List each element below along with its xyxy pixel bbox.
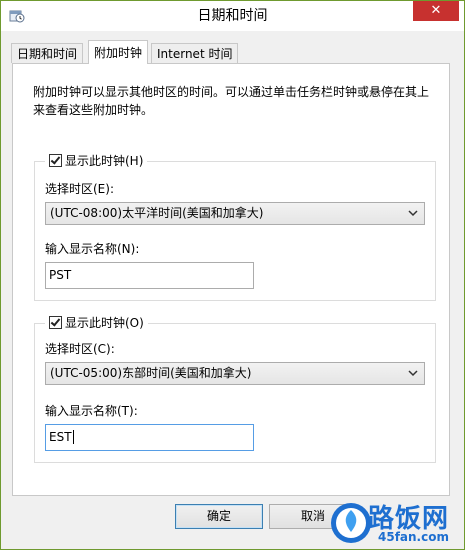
clock1-checkbox-label: 显示此时钟(H) [65, 154, 144, 168]
chevron-down-icon [408, 210, 418, 217]
clock1-zone-value: (UTC-08:00)太平洋时间(美国和加拿大) [50, 206, 264, 220]
clock2-group: 显示此时钟(O) 选择时区(C): (UTC-05:00)东部时间(美国和加拿大… [34, 314, 436, 463]
chevron-down-icon [408, 370, 418, 377]
ok-button[interactable]: 确定 [175, 504, 263, 529]
tab-additional-clocks[interactable]: 附加时钟 [88, 40, 149, 64]
clock2-checkbox[interactable] [49, 316, 62, 329]
clock2-zone-label: 选择时区(C): [45, 342, 115, 356]
clock2-name-label: 输入显示名称(T): [45, 404, 138, 418]
tab-control: 日期和时间 附加时钟 Internet 时间 附加时钟可以显示其他时区的时间。可… [1, 31, 464, 549]
clock1-zone-select[interactable]: (UTC-08:00)太平洋时间(美国和加拿大) [45, 202, 425, 225]
clock2-zone-value: (UTC-05:00)东部时间(美国和加拿大) [50, 366, 252, 380]
clock1-checkbox[interactable] [49, 154, 62, 167]
clock1-name-input[interactable]: PST [45, 262, 254, 289]
clock2-name-input[interactable]: EST [45, 424, 254, 451]
clock2-checkbox-label: 显示此时钟(O) [65, 316, 144, 330]
clock2-name-value: EST [49, 430, 72, 444]
tab-panel: 附加时钟可以显示其他时区的时间。可以通过单击任务栏时钟或悬停在其上来查看这些附加… [12, 63, 450, 496]
close-button[interactable]: ✕ [413, 1, 459, 21]
close-icon: ✕ [430, 3, 442, 18]
text-caret [72, 430, 74, 444]
title-bar: 日期和时间 ✕ [1, 1, 464, 31]
tab-internet-time[interactable]: Internet 时间 [151, 43, 239, 63]
clock1-name-label: 输入显示名称(N): [45, 242, 140, 256]
clock1-toggle[interactable]: 显示此时钟(H) [45, 152, 148, 170]
tab-date-time[interactable]: 日期和时间 [11, 43, 84, 63]
clock1-zone-label: 选择时区(E): [45, 182, 114, 196]
dialog-window: 日期和时间 ✕ 日期和时间 附加时钟 Internet 时间 附加时钟可以显示其… [0, 0, 465, 550]
clock2-zone-select[interactable]: (UTC-05:00)东部时间(美国和加拿大) [45, 362, 425, 385]
watermark-subtext: 45fan.com [378, 530, 449, 544]
clock1-group: 显示此时钟(H) 选择时区(E): (UTC-08:00)太平洋时间(美国和加拿… [34, 152, 436, 301]
clock2-toggle[interactable]: 显示此时钟(O) [45, 314, 148, 332]
window-title: 日期和时间 [197, 8, 268, 24]
description-text: 附加时钟可以显示其他时区的时间。可以通过单击任务栏时钟或悬停在其上来查看这些附加… [33, 85, 430, 117]
